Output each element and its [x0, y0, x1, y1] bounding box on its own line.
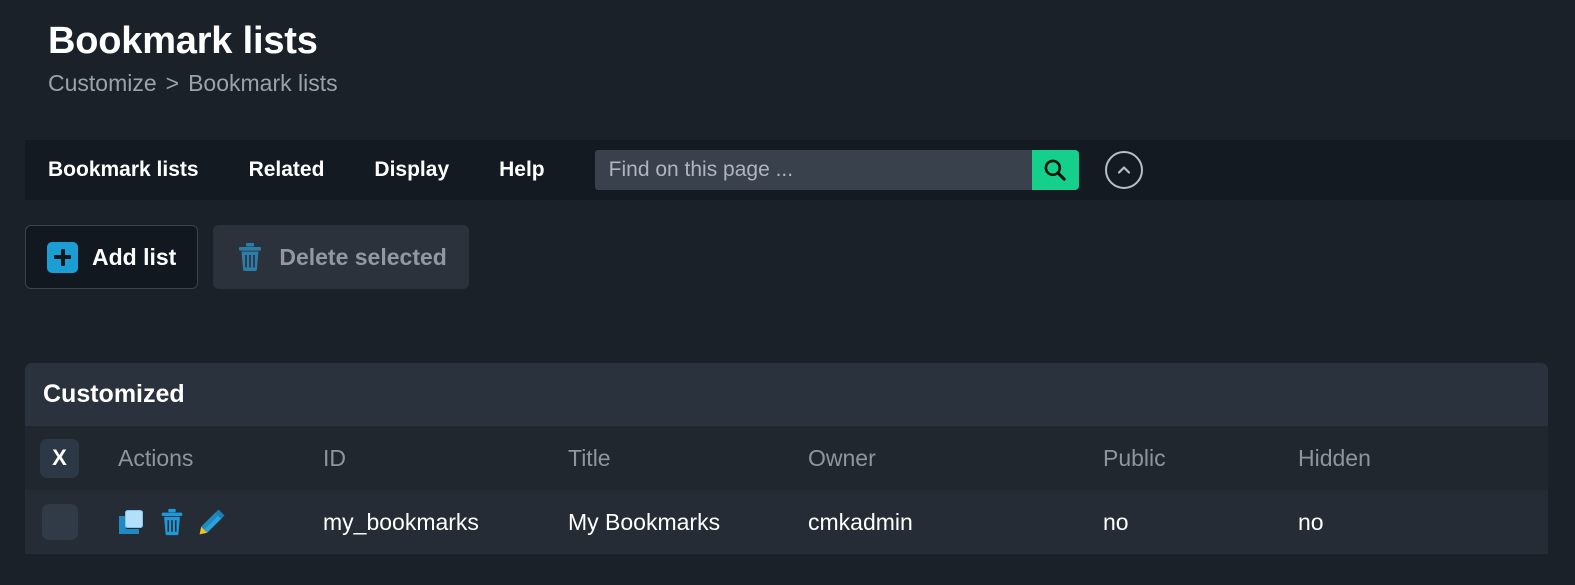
breadcrumb: Customize > Bookmark lists	[48, 68, 1575, 98]
row-hidden-value: no	[1298, 508, 1324, 535]
delete-selected-button[interactable]: Delete selected	[213, 225, 469, 289]
search-button[interactable]	[1031, 150, 1079, 190]
table-head: X Actions ID Title Owner Public Hidden	[25, 426, 1548, 490]
edit-pencil-icon[interactable]	[196, 506, 228, 538]
row-owner-value: cmkadmin	[808, 508, 913, 535]
column-header-title: Title	[550, 426, 790, 490]
row-title-value: My Bookmarks	[568, 508, 721, 535]
column-header-public: Public	[1085, 426, 1280, 490]
column-header-public-label: Public	[1103, 444, 1166, 471]
row-actions-group	[100, 505, 305, 539]
column-header-actions: Actions	[100, 426, 305, 490]
add-list-button[interactable]: Add list	[25, 225, 199, 289]
add-list-label: Add list	[92, 243, 177, 270]
column-header-owner: Owner	[790, 426, 1085, 490]
breadcrumb-parent[interactable]: Customize	[48, 68, 157, 98]
tab-help[interactable]: Help	[499, 158, 545, 182]
table-body: my_bookmarks My Bookmarks cmkadmin no no	[25, 490, 1548, 554]
bookmark-lists-table: X Actions ID Title Owner Public Hidden m…	[25, 426, 1548, 554]
row-public-value: no	[1103, 508, 1129, 535]
column-header-actions-label: Actions	[118, 444, 194, 471]
row-select-cell	[25, 490, 100, 554]
column-header-hidden-label: Hidden	[1298, 444, 1371, 471]
column-header-owner-label: Owner	[808, 444, 876, 471]
action-toolbar: Add list Delete selected	[25, 225, 469, 289]
search-group	[594, 150, 1143, 190]
collapse-menu-button[interactable]	[1104, 151, 1143, 189]
chevron-up-icon	[1117, 166, 1130, 174]
customized-table-card: Customized X Actions ID Title Owner Publ…	[25, 363, 1548, 554]
table-header-row: X Actions ID Title Owner Public Hidden	[25, 426, 1548, 490]
tab-related[interactable]: Related	[249, 158, 325, 182]
row-id-cell: my_bookmarks	[305, 490, 550, 554]
plus-icon	[47, 241, 78, 273]
row-hidden-cell: no	[1280, 490, 1548, 554]
clone-icon[interactable]	[114, 505, 148, 539]
select-all-button[interactable]: X	[40, 438, 79, 478]
select-all-header: X	[25, 426, 100, 490]
row-id-value[interactable]: my_bookmarks	[305, 509, 550, 536]
column-header-id-label: ID	[323, 444, 346, 471]
page-header: Bookmark lists Customize > Bookmark list…	[0, 0, 1575, 98]
row-title-cell: My Bookmarks	[550, 490, 790, 554]
search-input[interactable]	[594, 150, 1032, 190]
row-checkbox[interactable]	[42, 504, 78, 540]
breadcrumb-separator: >	[165, 70, 180, 96]
column-header-title-label: Title	[568, 444, 611, 471]
delete-selected-label: Delete selected	[279, 243, 447, 270]
page-menu-bar: Bookmark lists Related Display Help	[25, 140, 1575, 200]
search-icon	[1044, 159, 1066, 181]
row-actions-cell	[100, 490, 305, 554]
row-owner-cell: cmkadmin	[790, 490, 1085, 554]
table-row: my_bookmarks My Bookmarks cmkadmin no no	[25, 490, 1548, 554]
tab-display[interactable]: Display	[374, 158, 449, 182]
breadcrumb-current: Bookmark lists	[188, 70, 338, 96]
row-public-cell: no	[1085, 490, 1280, 554]
trash-icon	[239, 243, 262, 271]
page-title: Bookmark lists	[48, 20, 318, 62]
column-header-id: ID	[305, 426, 550, 490]
column-header-hidden: Hidden	[1280, 426, 1548, 490]
tab-bookmark-lists[interactable]: Bookmark lists	[48, 158, 199, 182]
trash-icon[interactable]	[158, 506, 186, 538]
table-caption: Customized	[25, 363, 1548, 426]
